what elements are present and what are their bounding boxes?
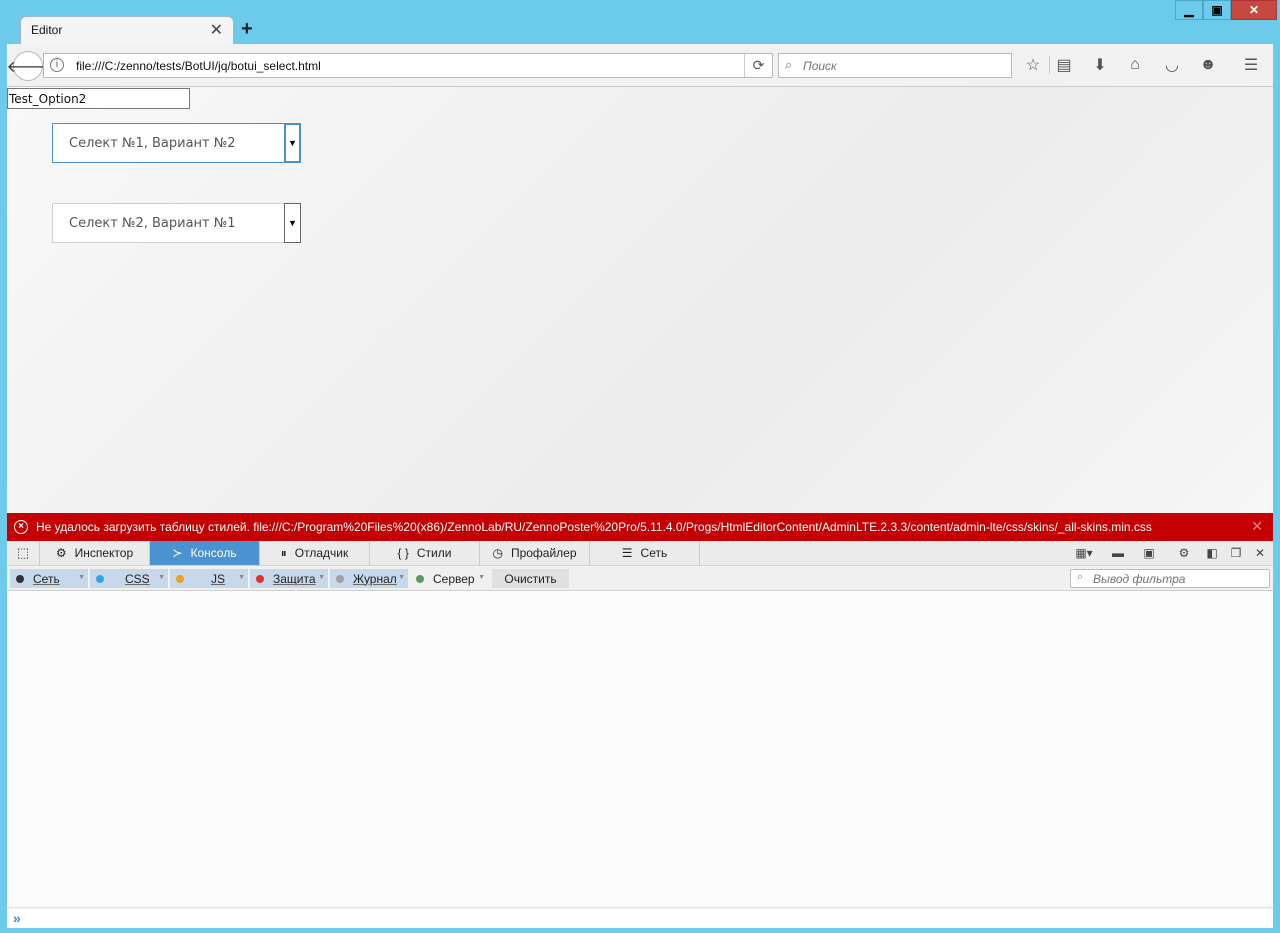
- dropdown-icon[interactable]: ▼: [238, 574, 245, 581]
- browser-window: 🡐 i file:///C:/zenno/tests/BotUI/jq/botu…: [7, 44, 1273, 928]
- tab-label: Консоль: [190, 546, 237, 560]
- console-icon: ≻: [172, 546, 183, 560]
- filter-output-field[interactable]: ⌕: [1070, 569, 1270, 588]
- dropdown-icon[interactable]: ▼: [78, 574, 85, 581]
- info-icon[interactable]: i: [50, 58, 64, 72]
- search-icon: ⌕: [1077, 571, 1084, 583]
- error-message: Не удалось загрузить таблицу стилей. fil…: [36, 520, 1152, 534]
- window-titlebar: Editor ✕ + ▁ ▣ ✕: [0, 0, 1280, 44]
- chevron-down-icon[interactable]: ▼: [284, 203, 301, 243]
- pocket-icon[interactable]: ◡: [1160, 54, 1184, 76]
- dropdown-icon[interactable]: ▼: [318, 574, 325, 581]
- element-picker-icon[interactable]: ⬚: [7, 541, 40, 565]
- dropdown-icon[interactable]: ▼: [398, 574, 405, 581]
- toolbar-divider: [1049, 56, 1050, 74]
- star-icon[interactable]: ☆: [1021, 54, 1045, 76]
- select-2[interactable]: Селект №2, Вариант №1 ▼: [52, 203, 301, 243]
- close-window-button[interactable]: ✕: [1231, 0, 1277, 20]
- select-1[interactable]: Селект №1, Вариант №2 ▼: [52, 123, 301, 163]
- tab-label: Профайлер: [510, 546, 577, 560]
- css-dot-icon: [96, 574, 104, 583]
- home-icon[interactable]: ⌂: [1123, 54, 1147, 76]
- tab-debugger[interactable]: ⏸ Отладчик: [260, 541, 370, 565]
- inspector-icon: ⚙: [55, 546, 67, 560]
- tab-label: Стили: [416, 546, 452, 560]
- tab-profiler[interactable]: ◷ Профайлер: [480, 541, 590, 565]
- braces-icon: { }: [397, 546, 409, 560]
- search-bar[interactable]: ⌕: [778, 53, 1012, 78]
- close-devtools-icon[interactable]: ✕: [1251, 544, 1269, 562]
- page-content: Селект №1, Вариант №2 ▼ Селект №2, Вариа…: [7, 87, 1273, 512]
- security-dot-icon: [256, 574, 264, 583]
- download-icon[interactable]: ⬇: [1088, 54, 1112, 76]
- chevron-down-icon[interactable]: ▼: [284, 123, 301, 163]
- filter-css-button[interactable]: CSS ▼: [90, 569, 168, 588]
- reading-list-icon[interactable]: ▤: [1052, 54, 1076, 76]
- reload-icon[interactable]: ⟳: [744, 54, 772, 77]
- dropdown-icon[interactable]: ▼: [478, 574, 485, 581]
- tab-label: Инспектор: [74, 546, 134, 560]
- server-dot-icon: [416, 574, 424, 583]
- tab-network[interactable]: ☰ Сеть: [590, 541, 700, 565]
- console-input[interactable]: [31, 910, 1261, 926]
- js-dot-icon: [176, 574, 184, 583]
- error-icon: ×: [14, 520, 28, 534]
- console-filter-bar: Сеть ▼ CSS ▼ JS ▼ Защита ▼ Журнал ▼ Серв…: [7, 567, 1273, 591]
- tab-close-icon[interactable]: ✕: [210, 20, 223, 40]
- smiley-icon[interactable]: ☻: [1196, 54, 1220, 76]
- filter-server-button[interactable]: Сервер ▼: [410, 569, 488, 588]
- minimize-button[interactable]: ▁: [1175, 0, 1203, 20]
- devtools-toolbar: ⬚ ⚙ Инспектор ≻ Консоль ⏸ Отладчик { } С…: [7, 541, 1273, 566]
- close-icon[interactable]: ✕: [1251, 518, 1263, 535]
- filter-label: CSS: [125, 571, 150, 586]
- screenshot-icon[interactable]: ▣: [1140, 544, 1158, 562]
- search-icon: ⌕: [785, 57, 793, 72]
- pause-icon: ⏸: [280, 545, 287, 560]
- search-input[interactable]: [803, 55, 1003, 76]
- tab-console[interactable]: ≻ Консоль: [150, 541, 260, 565]
- settings-icon[interactable]: ⚙: [1175, 544, 1193, 562]
- navigation-toolbar: 🡐 i file:///C:/zenno/tests/BotUI/jq/botu…: [7, 44, 1273, 87]
- split-console-icon[interactable]: ▬: [1109, 544, 1127, 562]
- select-2-value: Селект №2, Вариант №1: [69, 216, 236, 231]
- filter-net-button[interactable]: Сеть ▼: [10, 569, 88, 588]
- filter-label: Сервер: [433, 571, 475, 586]
- tab-label: Сеть: [640, 546, 668, 560]
- network-icon: ☰: [621, 546, 633, 560]
- filter-log-button[interactable]: Журнал ▼: [330, 569, 408, 588]
- tab-label: Отладчик: [294, 546, 349, 560]
- menu-icon[interactable]: ☰: [1239, 54, 1263, 76]
- filter-security-button[interactable]: Защита ▼: [250, 569, 328, 588]
- log-dot-icon: [336, 574, 344, 583]
- filter-label: Журнал: [353, 571, 397, 586]
- browser-tab[interactable]: Editor ✕: [20, 16, 234, 44]
- maximize-button[interactable]: ▣: [1203, 0, 1231, 20]
- console-output: [7, 591, 1273, 908]
- console-prompt[interactable]: »: [7, 909, 1273, 928]
- filter-output-input[interactable]: [1093, 571, 1263, 586]
- filter-label: Защита: [273, 571, 316, 586]
- tab-title: Editor: [31, 23, 63, 37]
- clear-console-button[interactable]: Очистить: [492, 569, 569, 588]
- prompt-chevron-icon: »: [13, 910, 21, 926]
- url-text[interactable]: file:///C:/zenno/tests/BotUI/jq/botui_se…: [76, 59, 321, 73]
- responsive-design-icon[interactable]: ▦▾: [1071, 544, 1097, 562]
- tab-styles[interactable]: { } Стили: [370, 541, 480, 565]
- test-option-input[interactable]: [7, 88, 190, 109]
- tab-inspector[interactable]: ⚙ Инспектор: [40, 541, 150, 565]
- net-dot-icon: [16, 574, 24, 583]
- select-1-value: Селект №1, Вариант №2: [69, 136, 236, 151]
- dock-side-icon[interactable]: ◧: [1203, 544, 1221, 562]
- back-button[interactable]: 🡐: [7, 51, 49, 81]
- filter-label: JS: [211, 571, 226, 586]
- dropdown-icon[interactable]: ▼: [158, 574, 165, 581]
- filter-label: Сеть: [33, 571, 60, 586]
- filter-js-button[interactable]: JS ▼: [170, 569, 248, 588]
- separate-window-icon[interactable]: ❐: [1227, 544, 1245, 562]
- error-notification: × Не удалось загрузить таблицу стилей. f…: [7, 513, 1273, 541]
- url-bar[interactable]: i file:///C:/zenno/tests/BotUI/jq/botui_…: [43, 53, 773, 78]
- new-tab-button[interactable]: +: [241, 18, 253, 41]
- stopwatch-icon: ◷: [492, 546, 503, 560]
